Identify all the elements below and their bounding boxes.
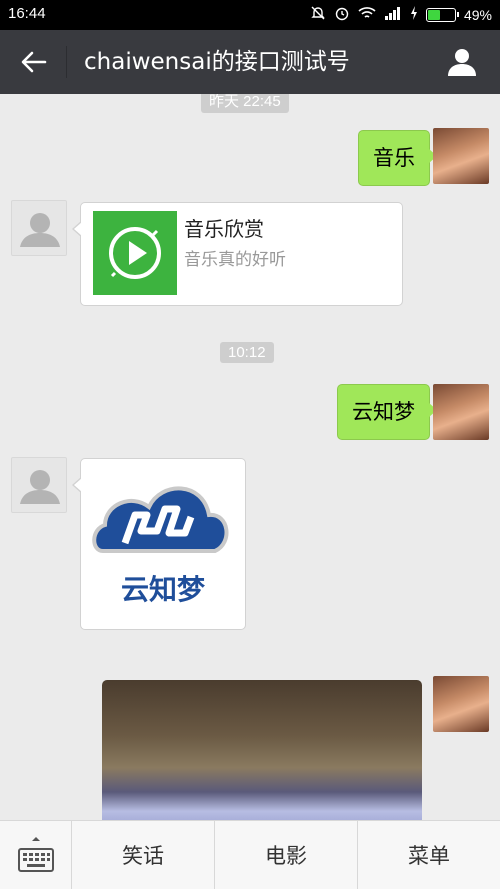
wifi-icon xyxy=(358,6,376,24)
chat-header: chaiwensai的接口测试号 xyxy=(0,30,500,94)
charging-icon xyxy=(410,6,418,24)
default-avatar-icon xyxy=(20,213,60,247)
timestamp: 昨天 22:45 xyxy=(201,94,289,113)
sent-message-bubble[interactable]: 音乐 xyxy=(358,130,437,186)
page-title: chaiwensai的接口测试号 xyxy=(84,49,350,75)
signal-icon xyxy=(384,6,402,24)
status-time: 16:44 xyxy=(8,5,46,22)
back-arrow-icon xyxy=(21,51,47,73)
user-avatar[interactable] xyxy=(433,676,489,732)
menu-item-menu[interactable]: 菜单 xyxy=(358,821,500,889)
image-message[interactable]: 云知梦 xyxy=(72,458,246,630)
menu-item-jokes[interactable]: 笑话 xyxy=(72,821,215,889)
timestamp: 10:12 xyxy=(220,342,274,363)
header-divider xyxy=(66,46,67,78)
yunzhimeng-logo: 云知梦 xyxy=(92,486,229,606)
alarm-icon xyxy=(334,5,350,25)
chat-area[interactable]: 昨天 22:45 音乐 音乐欣赏 音乐真的好听 10:12 云知梦 云知梦 xyxy=(0,94,500,820)
menu-item-movies[interactable]: 电影 xyxy=(215,821,358,889)
sent-message-bubble[interactable]: 云知梦 xyxy=(337,384,437,440)
music-card[interactable]: 音乐欣赏 音乐真的好听 xyxy=(72,202,403,306)
back-button[interactable] xyxy=(10,40,58,84)
battery-icon xyxy=(425,8,459,22)
music-thumbnail xyxy=(93,211,177,295)
logo-text: 云知梦 xyxy=(121,573,206,606)
bottom-menu: 笑话 电影 菜单 xyxy=(0,820,500,889)
user-avatar[interactable] xyxy=(433,384,489,440)
default-avatar-icon xyxy=(20,470,60,504)
keyboard-toggle-button[interactable] xyxy=(0,821,72,889)
mute-icon xyxy=(310,5,326,25)
battery-percent: 49% xyxy=(463,7,492,23)
account-avatar[interactable] xyxy=(11,457,67,513)
music-description: 音乐真的好听 xyxy=(184,250,286,270)
user-avatar[interactable] xyxy=(433,128,489,184)
sent-photo[interactable] xyxy=(102,680,422,820)
keyboard-icon xyxy=(17,837,54,872)
account-avatar[interactable] xyxy=(11,200,67,256)
music-title: 音乐欣赏 xyxy=(184,217,264,241)
person-icon xyxy=(448,49,476,76)
music-play-icon xyxy=(109,227,161,279)
status-icons: 49% xyxy=(310,5,492,25)
profile-button[interactable] xyxy=(442,42,482,82)
status-bar: 16:44 49% xyxy=(0,0,500,30)
